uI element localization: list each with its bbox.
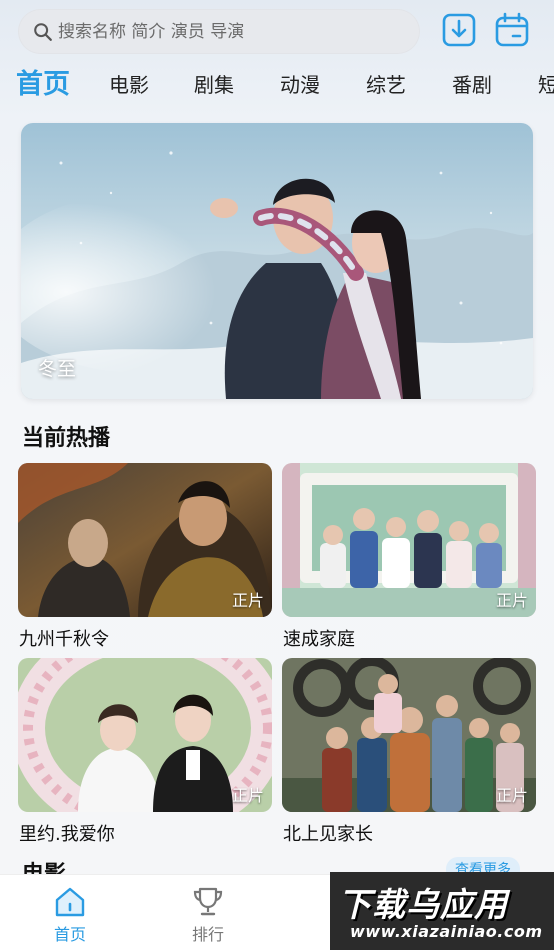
video-title: 北上见家长	[283, 824, 373, 845]
featured-banner[interactable]: 冬至	[21, 123, 533, 399]
calendar-icon[interactable]	[494, 12, 530, 48]
banner-title: 冬至	[38, 358, 77, 380]
status-badge: 正片	[231, 591, 264, 610]
video-thumbnail: 正片	[18, 658, 272, 812]
nav-label-ranking: 排行	[191, 925, 224, 944]
video-card[interactable]: 正片 速成家庭	[282, 463, 536, 651]
status-badge: 正片	[231, 786, 264, 805]
video-card[interactable]: 正片 九州千秋令	[18, 463, 272, 651]
tab-bangumi[interactable]: 番剧	[452, 62, 492, 108]
video-thumbnail: 正片	[282, 658, 536, 812]
watermark-title: 下载乌应用	[338, 885, 508, 924]
watermark: 下载乌应用 www.xiazainiao.com	[330, 872, 554, 950]
tab-home[interactable]: 首页	[16, 62, 70, 108]
search-icon	[34, 22, 52, 41]
video-title: 速成家庭	[283, 629, 355, 650]
video-title: 九州千秋令	[19, 629, 109, 650]
nav-item-home[interactable]: 首页	[40, 885, 100, 945]
trophy-icon	[193, 887, 223, 916]
nav-label-home: 首页	[53, 925, 86, 944]
home-icon	[55, 887, 85, 917]
video-card[interactable]: 正片 里约.我爱你	[18, 658, 272, 846]
nav-item-ranking[interactable]: 排行	[178, 885, 238, 945]
video-card[interactable]: 正片 北上见家长	[282, 658, 536, 846]
tab-series[interactable]: 剧集	[194, 62, 234, 108]
video-title: 里约.我爱你	[19, 824, 115, 845]
search-input[interactable]	[58, 21, 398, 42]
search-bar[interactable]	[18, 9, 420, 54]
tab-short[interactable]: 短	[538, 62, 554, 108]
banner-image	[21, 123, 533, 399]
video-thumbnail: 正片	[18, 463, 272, 617]
status-badge: 正片	[495, 591, 528, 610]
section-title-movies: 电影	[22, 856, 66, 874]
category-tabs: 首页 电影 剧集 动漫 综艺 番剧 短	[0, 62, 554, 108]
section-title-hot: 当前热播	[22, 426, 111, 451]
video-thumbnail: 正片	[282, 463, 536, 617]
download-icon[interactable]	[441, 12, 477, 48]
tab-movies[interactable]: 电影	[109, 62, 149, 108]
status-badge: 正片	[495, 786, 528, 805]
tab-anime[interactable]: 动漫	[280, 62, 320, 108]
tab-variety[interactable]: 综艺	[366, 62, 406, 108]
watermark-url: www.xiazainiao.com	[350, 922, 543, 941]
